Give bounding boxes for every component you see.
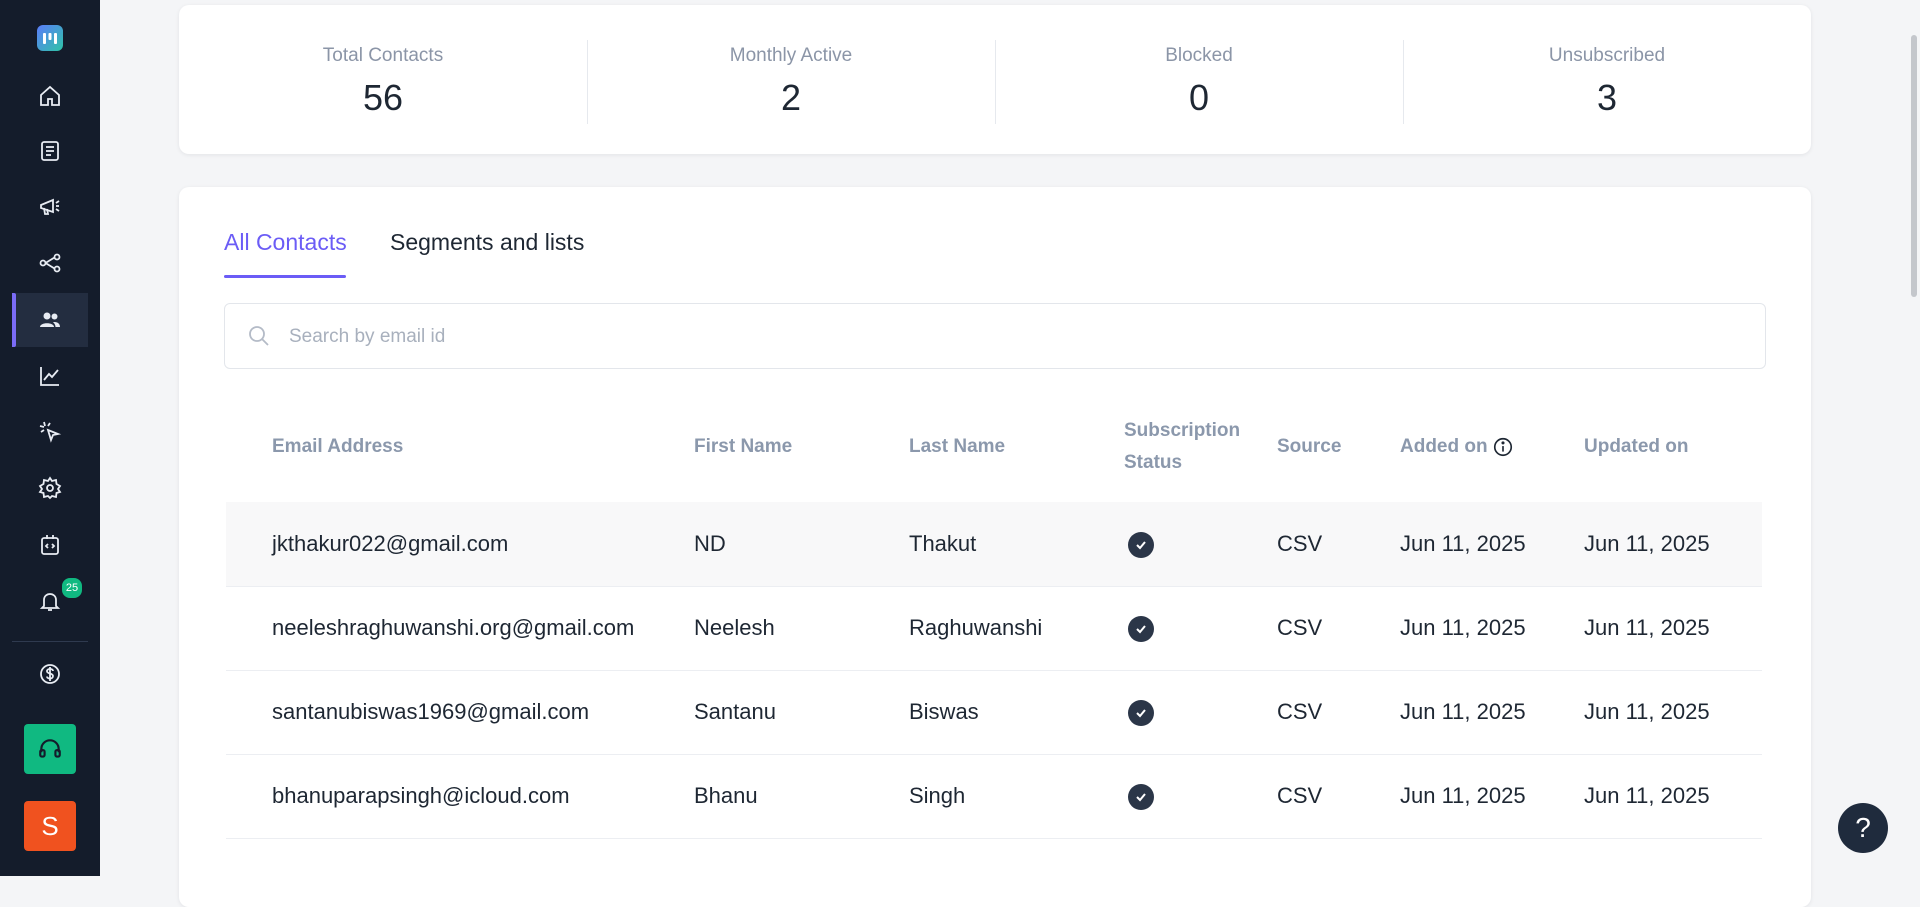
campaigns-icon	[40, 198, 60, 215]
cell-email[interactable]: neeleshraghuwanshi.org@gmail.com	[272, 586, 634, 670]
cell-first-name: ND	[694, 531, 726, 556]
tab-all-contacts[interactable]: All Contacts	[224, 229, 347, 256]
automation-icon	[39, 253, 61, 273]
cell-source: CSV	[1277, 615, 1323, 640]
subscribed-check-icon	[1128, 532, 1154, 558]
stat-monthly-active: Monthly Active 2	[587, 5, 995, 154]
dollar-icon	[40, 664, 60, 684]
cell-last-name: Thakut	[909, 531, 977, 556]
subscription-header-line-1: Subscription	[1124, 420, 1241, 441]
settings-icon	[38, 476, 62, 500]
analytics-icon	[40, 367, 59, 386]
tracking-icon	[39, 421, 62, 443]
stat-total-contacts: Total Contacts 56	[179, 5, 587, 154]
cell-email[interactable]: santanubiswas1969@gmail.com	[272, 670, 589, 754]
cell-added-on: Jun 11, 2025	[1400, 783, 1526, 808]
sidebar-item-analytics[interactable]	[12, 349, 88, 403]
sidebar-item-billing[interactable]	[12, 647, 88, 701]
notification-count-badge: 25	[60, 576, 84, 600]
tab-segments-and-lists[interactable]: Segments and lists	[390, 229, 584, 256]
active-tab-indicator	[224, 275, 346, 278]
stat-label: Total Contacts	[322, 45, 444, 66]
subscribed-check-icon	[1128, 616, 1154, 642]
search-input[interactable]	[287, 318, 1731, 356]
sidebar-item-automation[interactable]	[12, 236, 88, 290]
sidebar-item-contacts[interactable]	[12, 293, 88, 347]
stat-value: 56	[362, 77, 404, 118]
stat-value: 0	[1188, 77, 1210, 118]
contacts-icon	[40, 312, 60, 327]
cell-source: CSV	[1277, 699, 1323, 724]
column-header-last-name[interactable]: Last Name	[909, 431, 1005, 463]
stat-unsubscribed: Unsubscribed 3	[1403, 5, 1811, 154]
cell-email[interactable]: bhanuparapsingh@icloud.com	[272, 754, 570, 838]
column-header-source[interactable]: Source	[1277, 431, 1341, 463]
cell-last-name: Biswas	[909, 699, 979, 724]
page-scrollbar[interactable]	[1911, 35, 1917, 297]
sidebar-item-settings[interactable]	[12, 461, 88, 515]
stat-blocked: Blocked 0	[995, 5, 1403, 154]
search-box	[224, 303, 1766, 369]
cell-source: CSV	[1277, 783, 1323, 808]
integrations-icon	[41, 535, 59, 555]
cell-added-on: Jun 11, 2025	[1400, 615, 1526, 640]
stat-label: Blocked	[1165, 45, 1233, 66]
table-row[interactable]: santanubiswas1969@gmail.com Santanu Bisw…	[226, 670, 1762, 755]
added-on-label: Added on	[1400, 436, 1488, 457]
column-header-added-on[interactable]: Added on	[1400, 431, 1514, 463]
search-icon	[249, 326, 269, 346]
cell-first-name: Bhanu	[694, 783, 758, 808]
table-row[interactable]: neeleshraghuwanshi.org@gmail.com Neelesh…	[226, 586, 1762, 671]
cell-added-on: Jun 11, 2025	[1400, 531, 1526, 556]
stat-label: Unsubscribed	[1548, 45, 1666, 66]
support-button[interactable]	[24, 724, 76, 774]
cell-updated-on: Jun 11, 2025	[1584, 783, 1710, 808]
column-header-first-name[interactable]: First Name	[694, 431, 792, 463]
column-header-updated-on[interactable]: Updated on	[1584, 431, 1689, 463]
table-row[interactable]: jkthakur022@gmail.com ND Thakut CSV Jun …	[226, 502, 1762, 587]
contacts-card: All Contacts Segments and lists Email Ad…	[179, 187, 1811, 907]
help-button[interactable]: ?	[1838, 803, 1888, 853]
cell-updated-on: Jun 11, 2025	[1584, 615, 1710, 640]
sidebar-item-campaigns[interactable]	[12, 180, 88, 234]
cell-last-name: Singh	[909, 783, 966, 808]
table-row[interactable]: bhanuparapsingh@icloud.com Bhanu Singh C…	[226, 754, 1762, 839]
cell-first-name: Santanu	[694, 699, 776, 724]
avatar[interactable]: S	[24, 801, 76, 851]
cell-first-name: Neelesh	[694, 615, 775, 640]
cell-added-on: Jun 11, 2025	[1400, 699, 1526, 724]
cell-source: CSV	[1277, 531, 1323, 556]
cell-last-name: Raghuwanshi	[909, 615, 1043, 640]
cell-updated-on: Jun 11, 2025	[1584, 699, 1710, 724]
column-header-email[interactable]: Email Address	[272, 431, 403, 463]
app-logo[interactable]	[37, 25, 63, 51]
sidebar: 25 S	[0, 0, 100, 876]
sidebar-divider	[12, 641, 88, 642]
forms-icon	[41, 141, 59, 161]
cell-email[interactable]: jkthakur022@gmail.com	[272, 502, 508, 586]
sidebar-item-forms[interactable]	[12, 124, 88, 178]
info-icon[interactable]	[1492, 436, 1514, 458]
stat-value: 2	[780, 77, 802, 118]
home-icon	[40, 85, 60, 106]
sidebar-item-notifications[interactable]: 25	[12, 574, 88, 628]
sidebar-item-home[interactable]	[12, 69, 88, 123]
contact-stats-card: Total Contacts 56 Monthly Active 2 Block…	[179, 5, 1811, 154]
stat-value: 3	[1596, 77, 1618, 118]
subscription-header-line-2: Status	[1124, 452, 1183, 473]
column-header-subscription-status[interactable]: Subscription Status	[1124, 415, 1240, 479]
sidebar-item-integrations[interactable]	[12, 518, 88, 572]
headphones-icon	[39, 739, 61, 758]
cell-updated-on: Jun 11, 2025	[1584, 531, 1710, 556]
notifications-icon	[39, 593, 61, 611]
sidebar-item-tracking[interactable]	[12, 405, 88, 459]
subscribed-check-icon	[1128, 784, 1154, 810]
stat-label: Monthly Active	[729, 45, 853, 66]
subscribed-check-icon	[1128, 700, 1154, 726]
